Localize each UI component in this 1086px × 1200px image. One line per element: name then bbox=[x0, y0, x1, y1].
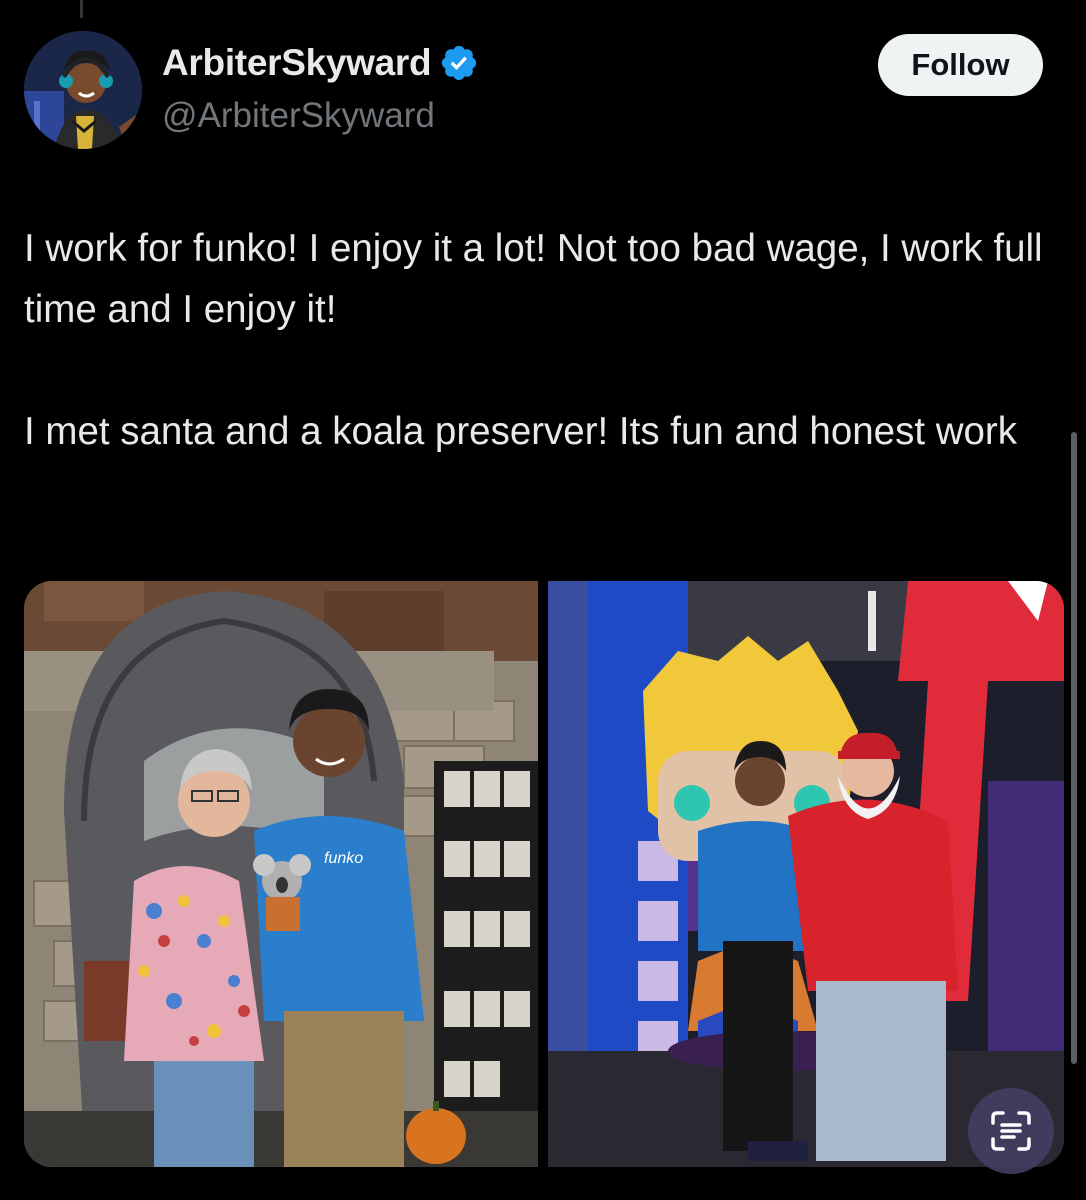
text-scan-icon bbox=[991, 1111, 1031, 1151]
media-photo-left[interactable]: funko bbox=[24, 581, 538, 1167]
thread-connector-line bbox=[80, 0, 83, 18]
post-media-grid: funko bbox=[24, 581, 1064, 1167]
svg-text:funko: funko bbox=[324, 850, 363, 867]
verified-badge-icon bbox=[439, 43, 479, 83]
post-paragraph: I met santa and a koala preserver! Its f… bbox=[24, 410, 1017, 453]
post-body: I work for funko! I enjoy it a lot! Not … bbox=[24, 218, 1064, 523]
follow-button[interactable]: Follow bbox=[878, 34, 1043, 96]
author-name-row[interactable]: ArbiterSkyward bbox=[162, 42, 479, 84]
author-display-name[interactable]: ArbiterSkyward bbox=[162, 42, 432, 84]
avatar-image bbox=[24, 31, 142, 149]
media-photo-right[interactable] bbox=[548, 581, 1064, 1167]
post-paragraph: I work for funko! I enjoy it a lot! Not … bbox=[24, 227, 1043, 331]
page-scrollbar[interactable] bbox=[1071, 432, 1077, 1064]
photo-funko-santa-scene bbox=[548, 581, 1064, 1167]
text-scan-button[interactable] bbox=[968, 1088, 1054, 1174]
author-handle[interactable]: @ArbiterSkyward bbox=[162, 96, 435, 136]
author-avatar[interactable] bbox=[24, 31, 142, 149]
photo-funko-koala-scene: funko bbox=[24, 581, 538, 1167]
